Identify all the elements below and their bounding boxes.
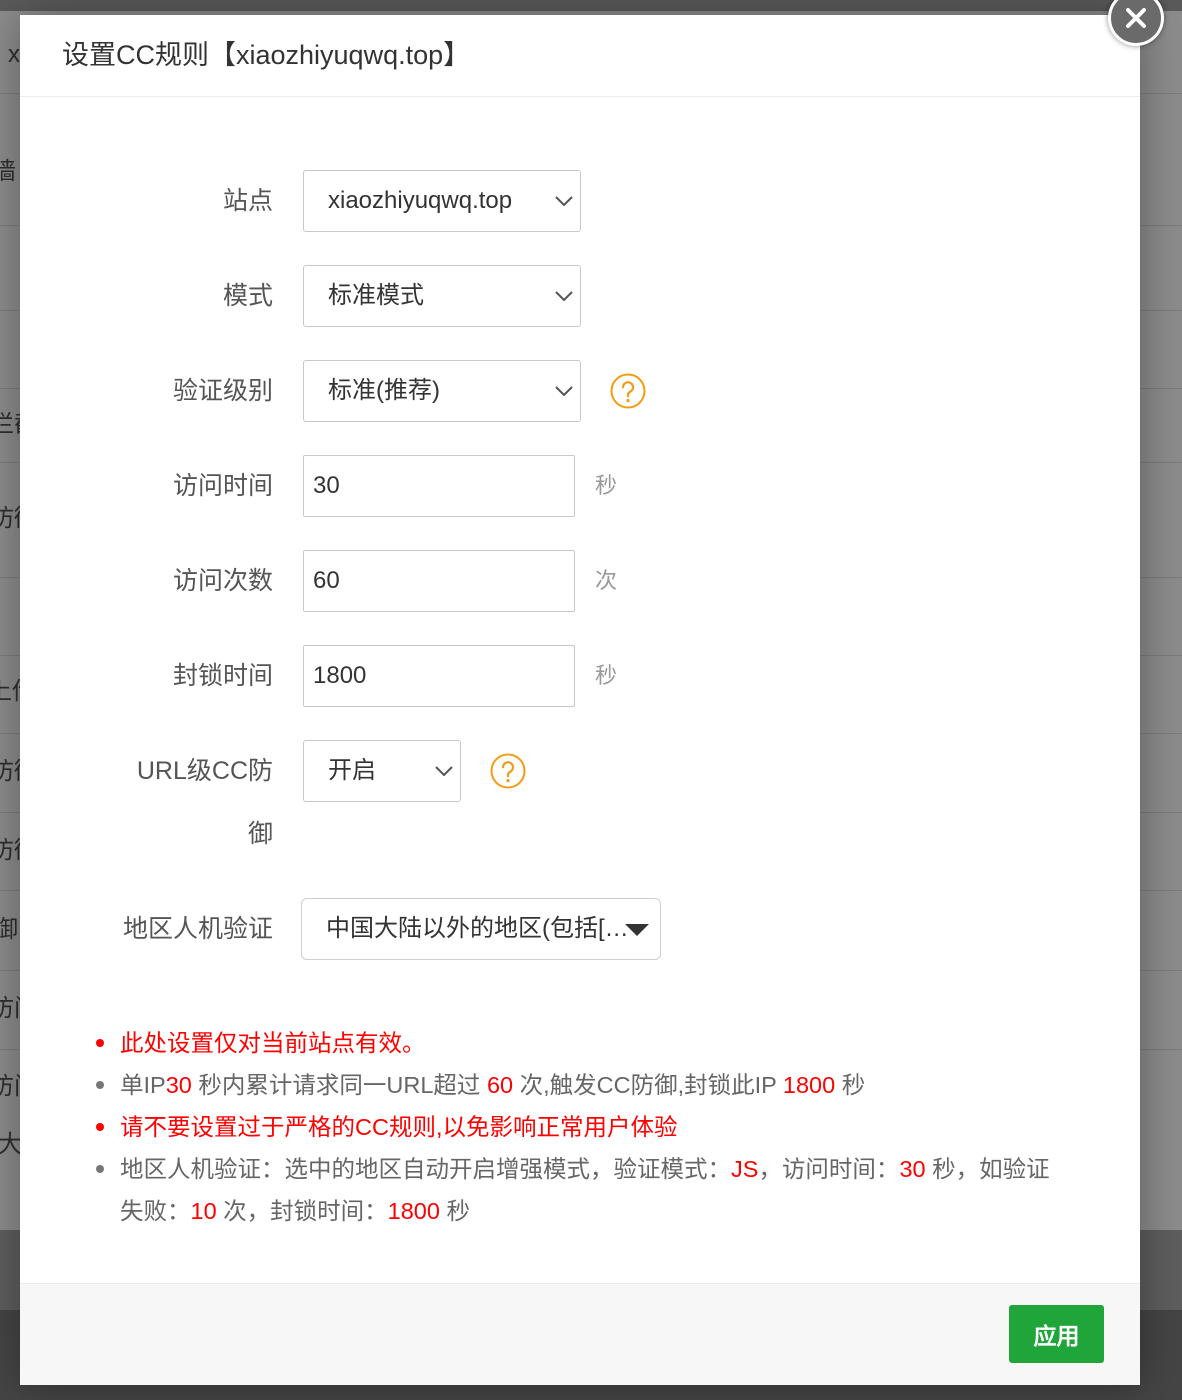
tip-text: ，访问时间： [758, 1156, 900, 1182]
visit-count-unit: 次 [595, 568, 618, 593]
dialog-footer: 应用 [20, 1283, 1140, 1385]
form-row-visit-count: 访问次数 次 [118, 550, 1140, 613]
mode-select-value: 标准模式 [328, 282, 424, 309]
tip-text: 次,触发CC防御,封锁此IP [513, 1072, 783, 1098]
chevron-down-icon [555, 196, 573, 206]
chevron-down-icon [435, 766, 453, 776]
region-verify-label: 地区人机验证 [122, 915, 273, 943]
tip-highlight-value: 30 [165, 1072, 192, 1098]
block-time-input[interactable] [303, 645, 575, 707]
form-row-url-cc-defense: URL级CC防御 开启 [118, 740, 1140, 866]
tip-highlight-value: 30 [899, 1156, 926, 1182]
mode-label: 模式 [222, 282, 273, 310]
block-time-unit: 秒 [595, 663, 618, 688]
dialog-header: 设置CC规则【xiaozhiyuqwq.top】 [20, 15, 1140, 97]
site-label: 站点 [222, 187, 273, 215]
dialog-title: 设置CC规则【xiaozhiyuqwq.top】 [62, 40, 471, 70]
dialog-body: 站点 xiaozhiyuqwq.top 模式 标准模式 验证级别 标准(推荐) [20, 97, 1140, 1232]
verify-level-label: 验证级别 [172, 377, 273, 405]
cc-rule-dialog: 设置CC规则【xiaozhiyuqwq.top】 站点 xiaozhiyuqwq… [20, 0, 1164, 1385]
tip-text: 此处设置仅对当前站点有效。 [120, 1030, 426, 1056]
verify-level-select-value: 标准(推荐) [328, 377, 440, 404]
visit-count-input[interactable] [303, 550, 575, 612]
tip-text: 请不要设置过于严格的CC规则,以免影响正常用户体验 [120, 1114, 678, 1140]
chevron-down-icon [555, 291, 573, 301]
question-circle-icon[interactable] [610, 373, 646, 409]
verify-level-select[interactable]: 标准(推荐) [303, 360, 581, 422]
tip-highlight-value: 60 [486, 1072, 514, 1098]
tip-item: 此处设置仅对当前站点有效。 [96, 1022, 1140, 1064]
question-circle-icon[interactable] [490, 753, 526, 789]
tip-text: 秒，如验证 [925, 1156, 1050, 1182]
tip-text: 失败： [120, 1198, 191, 1224]
site-select-value: xiaozhiyuqwq.top [328, 187, 513, 214]
tip-highlight-value: JS [731, 1156, 759, 1182]
tip-item: 请不要设置过于严格的CC规则,以免影响正常用户体验 [96, 1106, 1140, 1148]
background-text-fragment: 御 [0, 916, 18, 943]
site-select[interactable]: xiaozhiyuqwq.top [303, 170, 581, 232]
background-text-fragment: 大 [0, 1131, 22, 1158]
close-icon [1126, 8, 1146, 28]
tip-text: 单IP [120, 1072, 166, 1098]
form-row-block-time: 封锁时间 秒 [118, 645, 1140, 708]
background-text-fragment: 墙 [0, 158, 16, 185]
tip-highlight-value: 1800 [782, 1072, 836, 1098]
url-cc-defense-label: URL级CC防御 [136, 757, 273, 848]
visit-time-label: 访问时间 [172, 472, 273, 500]
tip-highlight-value: 10 [190, 1198, 217, 1224]
background-text-fragment: x [8, 41, 20, 68]
tip-text: 秒 [439, 1198, 470, 1224]
apply-button[interactable]: 应用 [1009, 1305, 1104, 1363]
tip-item: 地区人机验证：选中的地区自动开启增强模式，验证模式：JS，访问时间：30 秒，如… [96, 1148, 1140, 1232]
tip-text: 次，封锁时间： [216, 1198, 388, 1224]
url-cc-defense-select-value: 开启 [328, 757, 376, 784]
region-verify-select[interactable]: 中国大陆以外的地区(包括[… [301, 898, 661, 960]
form-row-visit-time: 访问时间 秒 [118, 455, 1140, 518]
visit-time-input[interactable] [303, 455, 575, 517]
visit-count-label: 访问次数 [172, 567, 273, 595]
tip-text: 地区人机验证：选中的地区自动开启增强模式，验证模式： [120, 1156, 731, 1182]
form-row-mode: 模式 标准模式 [118, 265, 1140, 328]
tip-item: 单IP30 秒内累计请求同一URL超过 60 次,触发CC防御,封锁此IP 18… [96, 1064, 1140, 1106]
background-top-bar [0, 0, 1182, 11]
form-row-site: 站点 xiaozhiyuqwq.top [118, 170, 1140, 233]
tip-text: 秒 [835, 1072, 866, 1098]
tip-highlight-value: 1800 [387, 1198, 440, 1224]
tip-text: 秒内累计请求同一URL超过 [191, 1072, 487, 1098]
block-time-label: 封锁时间 [172, 662, 273, 690]
form-row-region-verify: 地区人机验证 中国大陆以外的地区(包括[… [118, 898, 1140, 961]
visit-time-unit: 秒 [595, 473, 618, 498]
form-row-verify-level: 验证级别 标准(推荐) [118, 360, 1140, 423]
caret-down-icon [625, 924, 649, 936]
region-verify-select-value: 中国大陆以外的地区(包括[… [326, 915, 629, 942]
chevron-down-icon [555, 386, 573, 396]
mode-select[interactable]: 标准模式 [303, 265, 581, 327]
url-cc-defense-select[interactable]: 开启 [303, 740, 461, 802]
tips-list: 此处设置仅对当前站点有效。 单IP30 秒内累计请求同一URL超过 60 次,触… [20, 1022, 1140, 1232]
